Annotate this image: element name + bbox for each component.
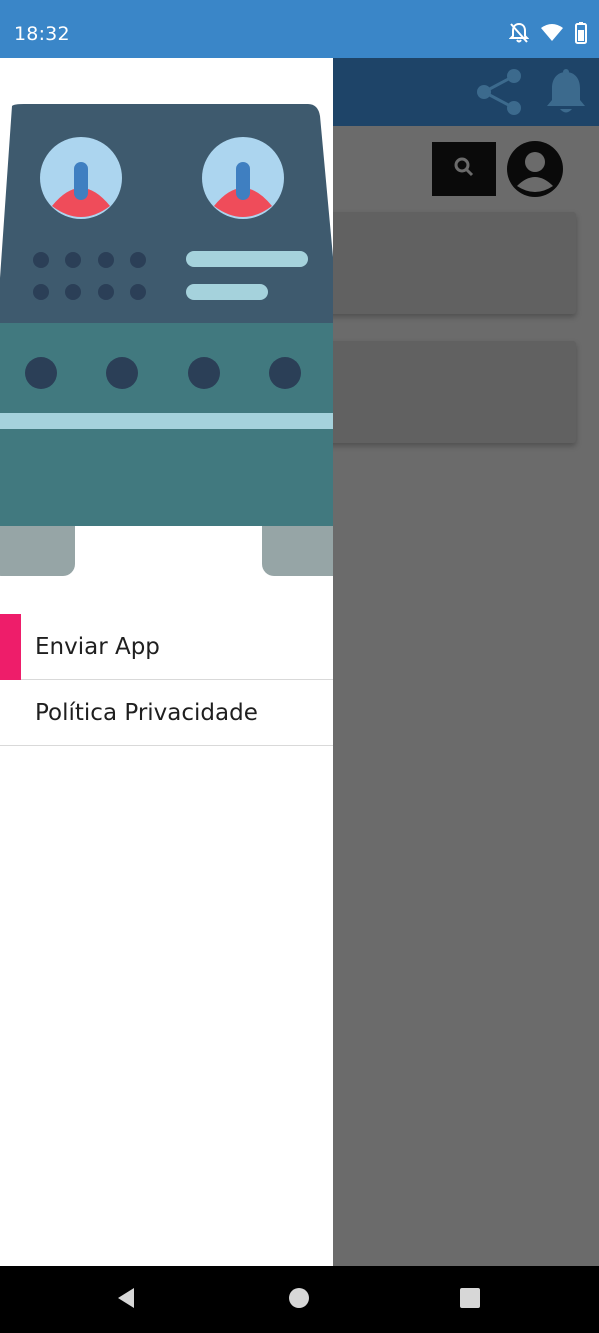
menu-item-politica-privacidade[interactable]: Política Privacidade [0,680,333,746]
recents-button[interactable] [454,1284,486,1316]
back-button[interactable] [110,1284,142,1316]
recents-icon [458,1286,482,1314]
search-button[interactable] [432,142,496,196]
share-icon[interactable] [474,66,526,118]
robot-illustration [0,104,333,576]
profile-avatar-icon[interactable] [506,140,564,198]
active-indicator [0,614,21,680]
drawer-menu: Enviar App Política Privacidade [0,614,333,746]
screen: 18:32 Enviar App Política Privacidade [0,0,599,1333]
search-icon [454,157,474,181]
notifications-off-icon [508,22,530,48]
status-icons [508,22,587,48]
menu-item-enviar-app[interactable]: Enviar App [0,614,333,680]
home-button[interactable] [283,1284,315,1316]
battery-icon [575,22,587,48]
system-nav-bar [0,1266,599,1333]
wifi-icon [541,24,563,46]
home-icon [287,1286,311,1314]
status-bar: 18:32 [0,0,599,58]
menu-item-label: Enviar App [35,633,160,660]
menu-item-label: Política Privacidade [35,699,258,726]
bell-icon[interactable] [544,68,588,116]
navigation-drawer: Enviar App Política Privacidade [0,58,333,1266]
status-time: 18:32 [14,23,70,45]
drawer-header-image [0,58,333,598]
back-icon [114,1286,138,1314]
